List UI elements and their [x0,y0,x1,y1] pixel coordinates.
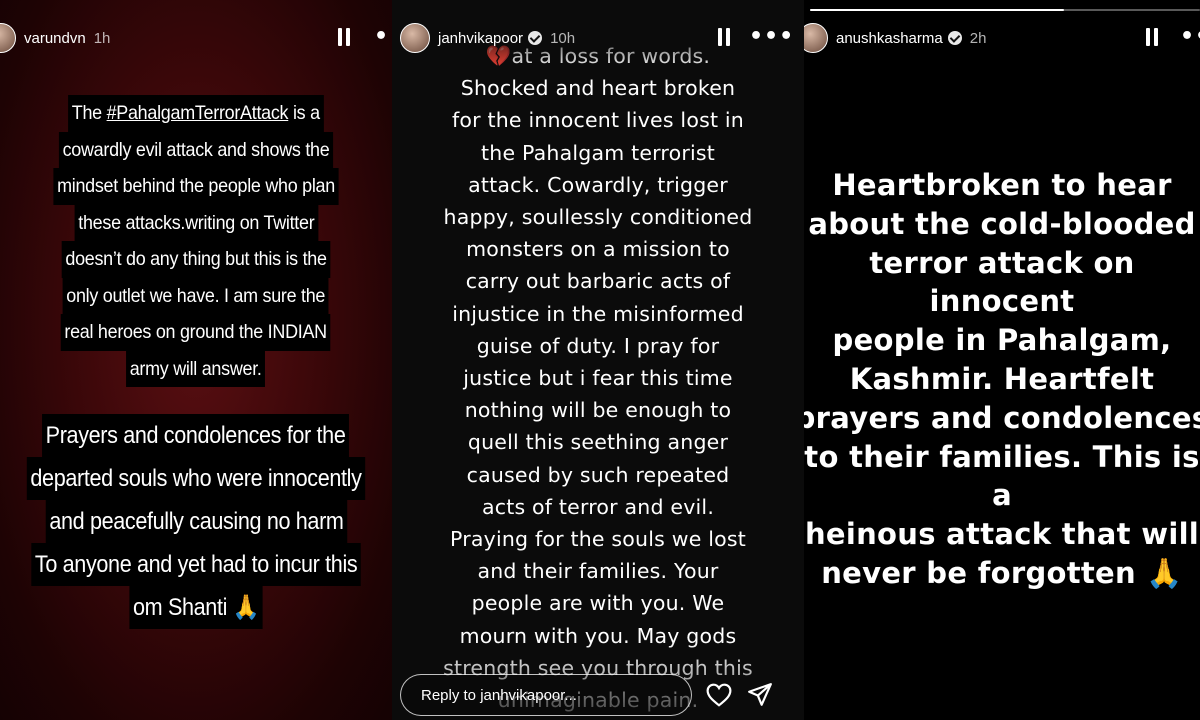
story-text-line: never be forgotten 🙏 [821,555,1183,590]
story-text-line: doesn’t do any thing but this is the [61,241,331,278]
story-header: anushkasharma 2h ••• [804,23,1200,53]
story-text-line: injustice in the misinformed [452,301,744,326]
story-text-line: only outlet we have. I am sure the [62,277,330,314]
story-text-line: Shocked and heart broken [460,76,736,101]
heart-icon[interactable] [706,683,732,707]
story-text-line: carry out barbaric acts of [465,269,731,294]
story-text: Heartbroken to hear about the cold-bloode… [804,166,1200,593]
more-icon[interactable]: ••• [1180,26,1200,48]
story-panel-janhvikapoor[interactable]: 💔at a loss for words.Shocked and heart b… [392,0,804,720]
username[interactable]: anushkasharma [836,30,943,47]
story-text-line: caused by such repeated [466,462,730,487]
story-text-line: about the cold-blooded [808,206,1196,241]
story-progress-fill [810,9,1064,11]
story-text-line: departed souls who were innocently [26,457,366,500]
story-text-line: heinous attack that will [804,517,1200,552]
pause-icon[interactable] [717,28,731,46]
story-text-line: quell this seething anger [467,430,729,455]
story-text-fragment: is a [288,102,320,124]
story-panel-varundvn[interactable]: varundvn 1h ••• The #PahalgamTerrorAttac… [0,0,392,720]
story-text-line: The #PahalgamTerrorAttack is a [68,95,324,132]
timestamp: 10h [550,29,576,47]
story-text-line: Kashmir. Heartfelt [849,361,1155,396]
story-progress-bar [810,9,1200,11]
send-icon[interactable] [747,682,773,708]
story-text-line: Prayers and condolences for the [42,414,350,457]
story-text-line: the Pahalgam terrorist [481,140,715,165]
pause-icon[interactable] [1145,28,1159,46]
story-text-line: guise of duty. I pray for [476,333,720,358]
story-text-line: nothing will be enough to [464,398,732,423]
story-text-block-2: Prayers and condolences for the departed … [0,414,392,629]
story-text-line: mindset behind the people who plan [53,168,339,205]
story-text-line: prayers and condolences [804,400,1200,435]
reply-placeholder: Reply to janhvikapoor... [421,686,577,704]
story-text-line: these attacks.writing on Twitter [74,204,318,241]
verified-icon [528,31,543,45]
story-text-line: and peacefully causing no harm [45,500,347,543]
reply-input[interactable]: Reply to janhvikapoor... [400,674,692,716]
timestamp: 1h [93,29,111,47]
story-header: janhvikapoor 10h ••• [392,23,804,53]
avatar[interactable] [0,23,16,53]
story-text-line: people are with you. We [471,591,725,616]
more-icon[interactable]: ••• [374,26,392,48]
username[interactable]: varundvn [24,30,86,47]
story-text-line: for the innocent lives lost in [451,108,744,133]
story-text-line: happy, soullessly conditioned [443,205,753,230]
story-text-line: monsters on a mission to [466,237,730,262]
story-text-line: acts of terror and evil. [481,494,715,519]
story-text-fragment: The [72,102,107,124]
story-text-line: people in Pahalgam, [832,323,1172,358]
story-text-line: terror attack on innocent [869,245,1135,319]
verified-icon [947,31,962,45]
story-text-block-1: The #PahalgamTerrorAttack is a cowardly e… [0,95,392,387]
story-text-line: Heartbroken to hear [832,168,1172,202]
more-icon[interactable]: ••• [749,26,794,48]
avatar[interactable] [400,23,430,53]
story-text-line: real heroes on ground the INDIAN [61,314,331,351]
story-text-line: Praying for the souls we lost [450,527,746,552]
timestamp: 2h [969,29,987,47]
pause-icon[interactable] [337,28,351,46]
story-header: varundvn 1h ••• [0,23,392,53]
story-text-line: and their families. Your [477,559,719,584]
story-text-line: To anyone and yet had to incur this [31,543,361,586]
story-text-line: attack. Cowardly, trigger [468,172,728,197]
username[interactable]: janhvikapoor [438,30,523,47]
story-text-line: army will answer. [126,350,266,387]
story-panel-anushkasharma[interactable]: anushkasharma 2h ••• Heartbroken to hear… [804,0,1200,720]
story-text-line: to their families. This is a [804,439,1200,513]
story-text-line: cowardly evil attack and shows the [58,131,334,168]
story-text: 💔at a loss for words.Shocked and heart b… [392,40,804,716]
story-text-line: justice but i fear this time [463,366,733,391]
hashtag-link[interactable]: #PahalgamTerrorAttack [107,102,289,124]
avatar[interactable] [804,23,828,53]
story-text-line: om Shanti 🙏 [129,586,263,629]
